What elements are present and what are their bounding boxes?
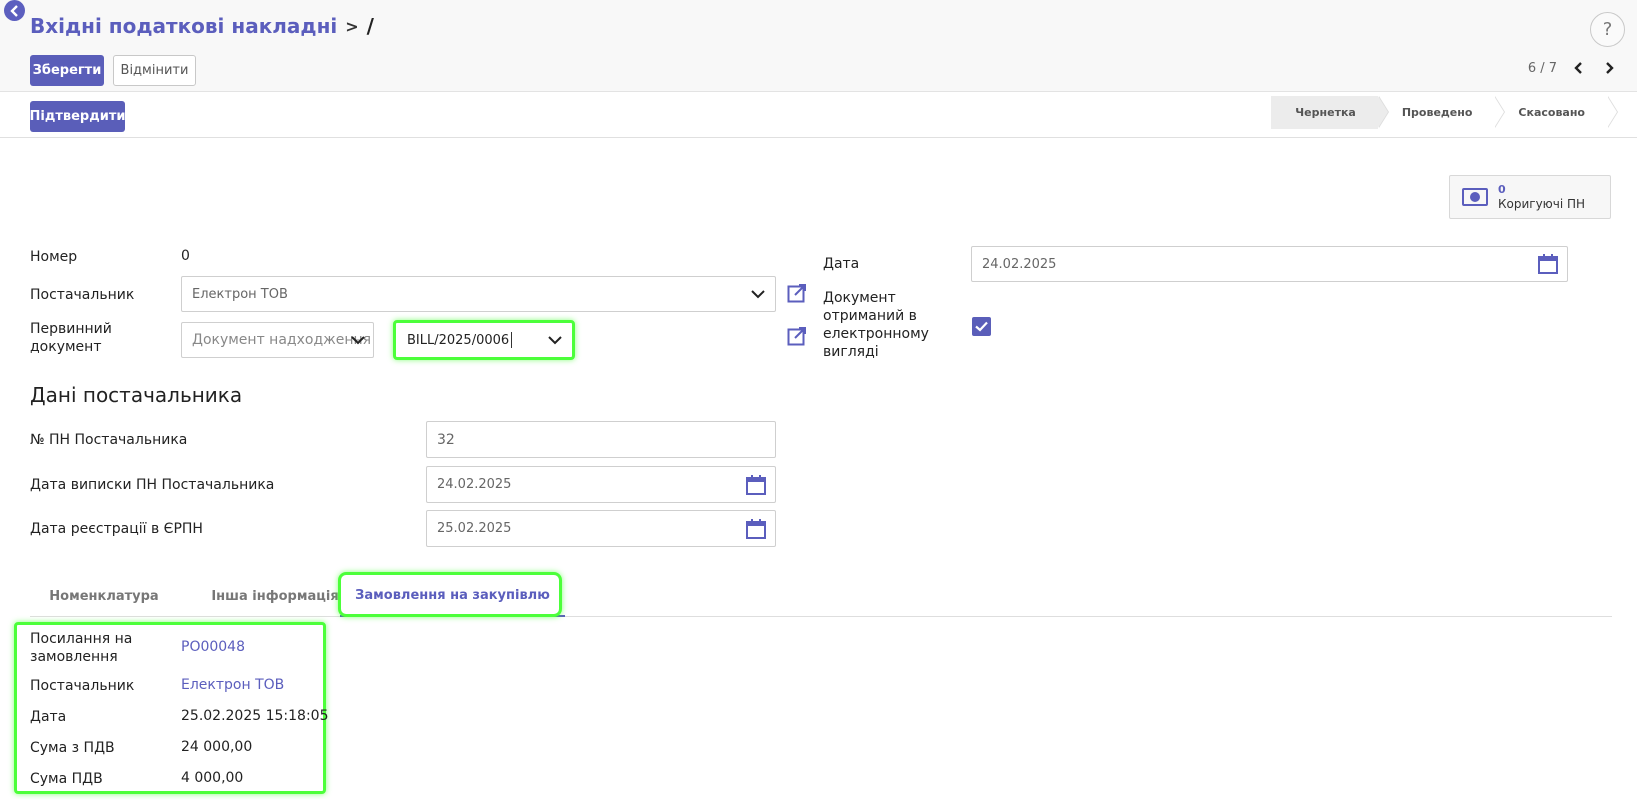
stage-label: Скасовано [1518,106,1585,119]
text-cursor [511,332,513,348]
notebook-tabs: Номенклатура Інша інформація Замовлення … [30,576,1612,617]
issue-date-input[interactable]: 24.02.2025 [426,466,776,503]
chevron-down-icon [751,290,765,299]
stage-cancelled[interactable]: Скасовано [1494,96,1618,129]
stage-draft: Чернетка [1271,96,1389,129]
stage-posted[interactable]: Проведено [1377,96,1506,129]
status-bar: Підтвердити Чернетка Проведено Скасовано [0,92,1637,138]
pager-counter[interactable]: 6 / 7 [1528,61,1557,76]
po-supplier-label: Постачальник [30,678,135,694]
discard-button[interactable]: Відмінити [113,55,196,86]
chevron-down-icon [548,336,562,345]
breadcrumb-separator: > [345,16,359,36]
po-vat-value: 4 000,00 [181,770,244,786]
supplier-label: Постачальник [30,287,135,303]
calendar-icon[interactable] [745,474,767,496]
status-stages: Чернетка Проведено Скасовано [1271,96,1618,129]
date-input[interactable]: 24.02.2025 [971,246,1568,282]
tab-other-info[interactable]: Інша інформація [200,576,350,617]
electronic-doc-label: Документ отриманий в електронному вигляд… [823,290,929,360]
smart-button-label: Коригуючі ПН [1498,197,1586,211]
external-link-icon[interactable] [787,326,807,346]
po-total-value: 24 000,00 [181,739,253,755]
back-arrow-icon[interactable] [4,0,25,21]
primary-doc-type-select[interactable]: Документ надходження [181,322,374,358]
calendar-icon[interactable] [745,518,767,540]
po-vat-label: Сума ПДВ [30,771,103,787]
pager-next-icon[interactable] [1601,60,1617,76]
primary-doc-label: Первинний документ [30,321,112,355]
number-value: 0 [181,248,190,264]
registration-date-value: 25.02.2025 [437,521,512,536]
electronic-doc-checkbox[interactable] [972,317,991,336]
supplier-data-title: Дані постачальника [30,383,243,407]
po-ref-label: Посилання на замовлення [30,631,133,665]
issue-date-label: Дата виписки ПН Постачальника [30,477,275,493]
stage-label: Проведено [1401,106,1473,119]
chevron-down-icon [351,336,365,345]
tab-purchase-order[interactable]: Замовлення на закупівлю [340,576,565,617]
save-button[interactable]: Зберегти [30,55,104,86]
money-icon [1462,188,1488,206]
registration-date-label: Дата реєстрації в ЄРПН [30,521,203,537]
po-supplier-link[interactable]: Електрон ТОВ [181,677,284,693]
po-total-label: Сума з ПДВ [30,740,115,756]
calendar-icon[interactable] [1537,253,1559,275]
number-label: Номер [30,249,78,265]
breadcrumb: Вхідні податкові накладні > / [30,14,374,38]
po-date-label: Дата [30,709,67,725]
breadcrumb-parent-link[interactable]: Вхідні податкові накладні [30,14,337,38]
stage-label: Чернетка [1295,106,1356,119]
control-panel: Вхідні податкові накладні > / ? Зберегти… [0,0,1637,92]
pager-previous-icon[interactable] [1571,60,1587,76]
help-button[interactable]: ? [1590,12,1625,47]
smart-button-count: 0 [1498,183,1506,196]
breadcrumb-current: / [366,14,374,38]
primary-doc-select[interactable]: BILL/2025/0006 [397,322,572,358]
registration-date-input[interactable]: 25.02.2025 [426,510,776,547]
supplier-tax-number-input[interactable]: 32 [426,421,776,458]
supplier-tax-number-label: № ПН Постачальника [30,432,188,448]
supplier-select[interactable]: Електрон ТОВ [181,276,776,312]
po-date-value: 25.02.2025 15:18:05 [181,708,329,724]
issue-date-value: 24.02.2025 [437,477,512,492]
supplier-tax-number-value: 32 [437,431,455,448]
checkmark-icon [975,321,988,332]
pager: 6 / 7 [1528,60,1617,76]
po-ref-link[interactable]: PO00048 [181,639,245,655]
corrective-invoices-button[interactable]: 0 Коригуючі ПН [1449,175,1611,219]
primary-doc-value: BILL/2025/0006 [407,332,510,348]
date-input-value: 24.02.2025 [982,256,1057,272]
date-label: Дата [823,256,860,272]
supplier-select-value: Електрон ТОВ [192,286,288,302]
tab-nomenclature[interactable]: Номенклатура [30,576,178,617]
external-link-icon[interactable] [787,283,807,303]
confirm-button[interactable]: Підтвердити [30,101,126,132]
primary-doc-type-placeholder: Документ надходження [192,332,372,348]
